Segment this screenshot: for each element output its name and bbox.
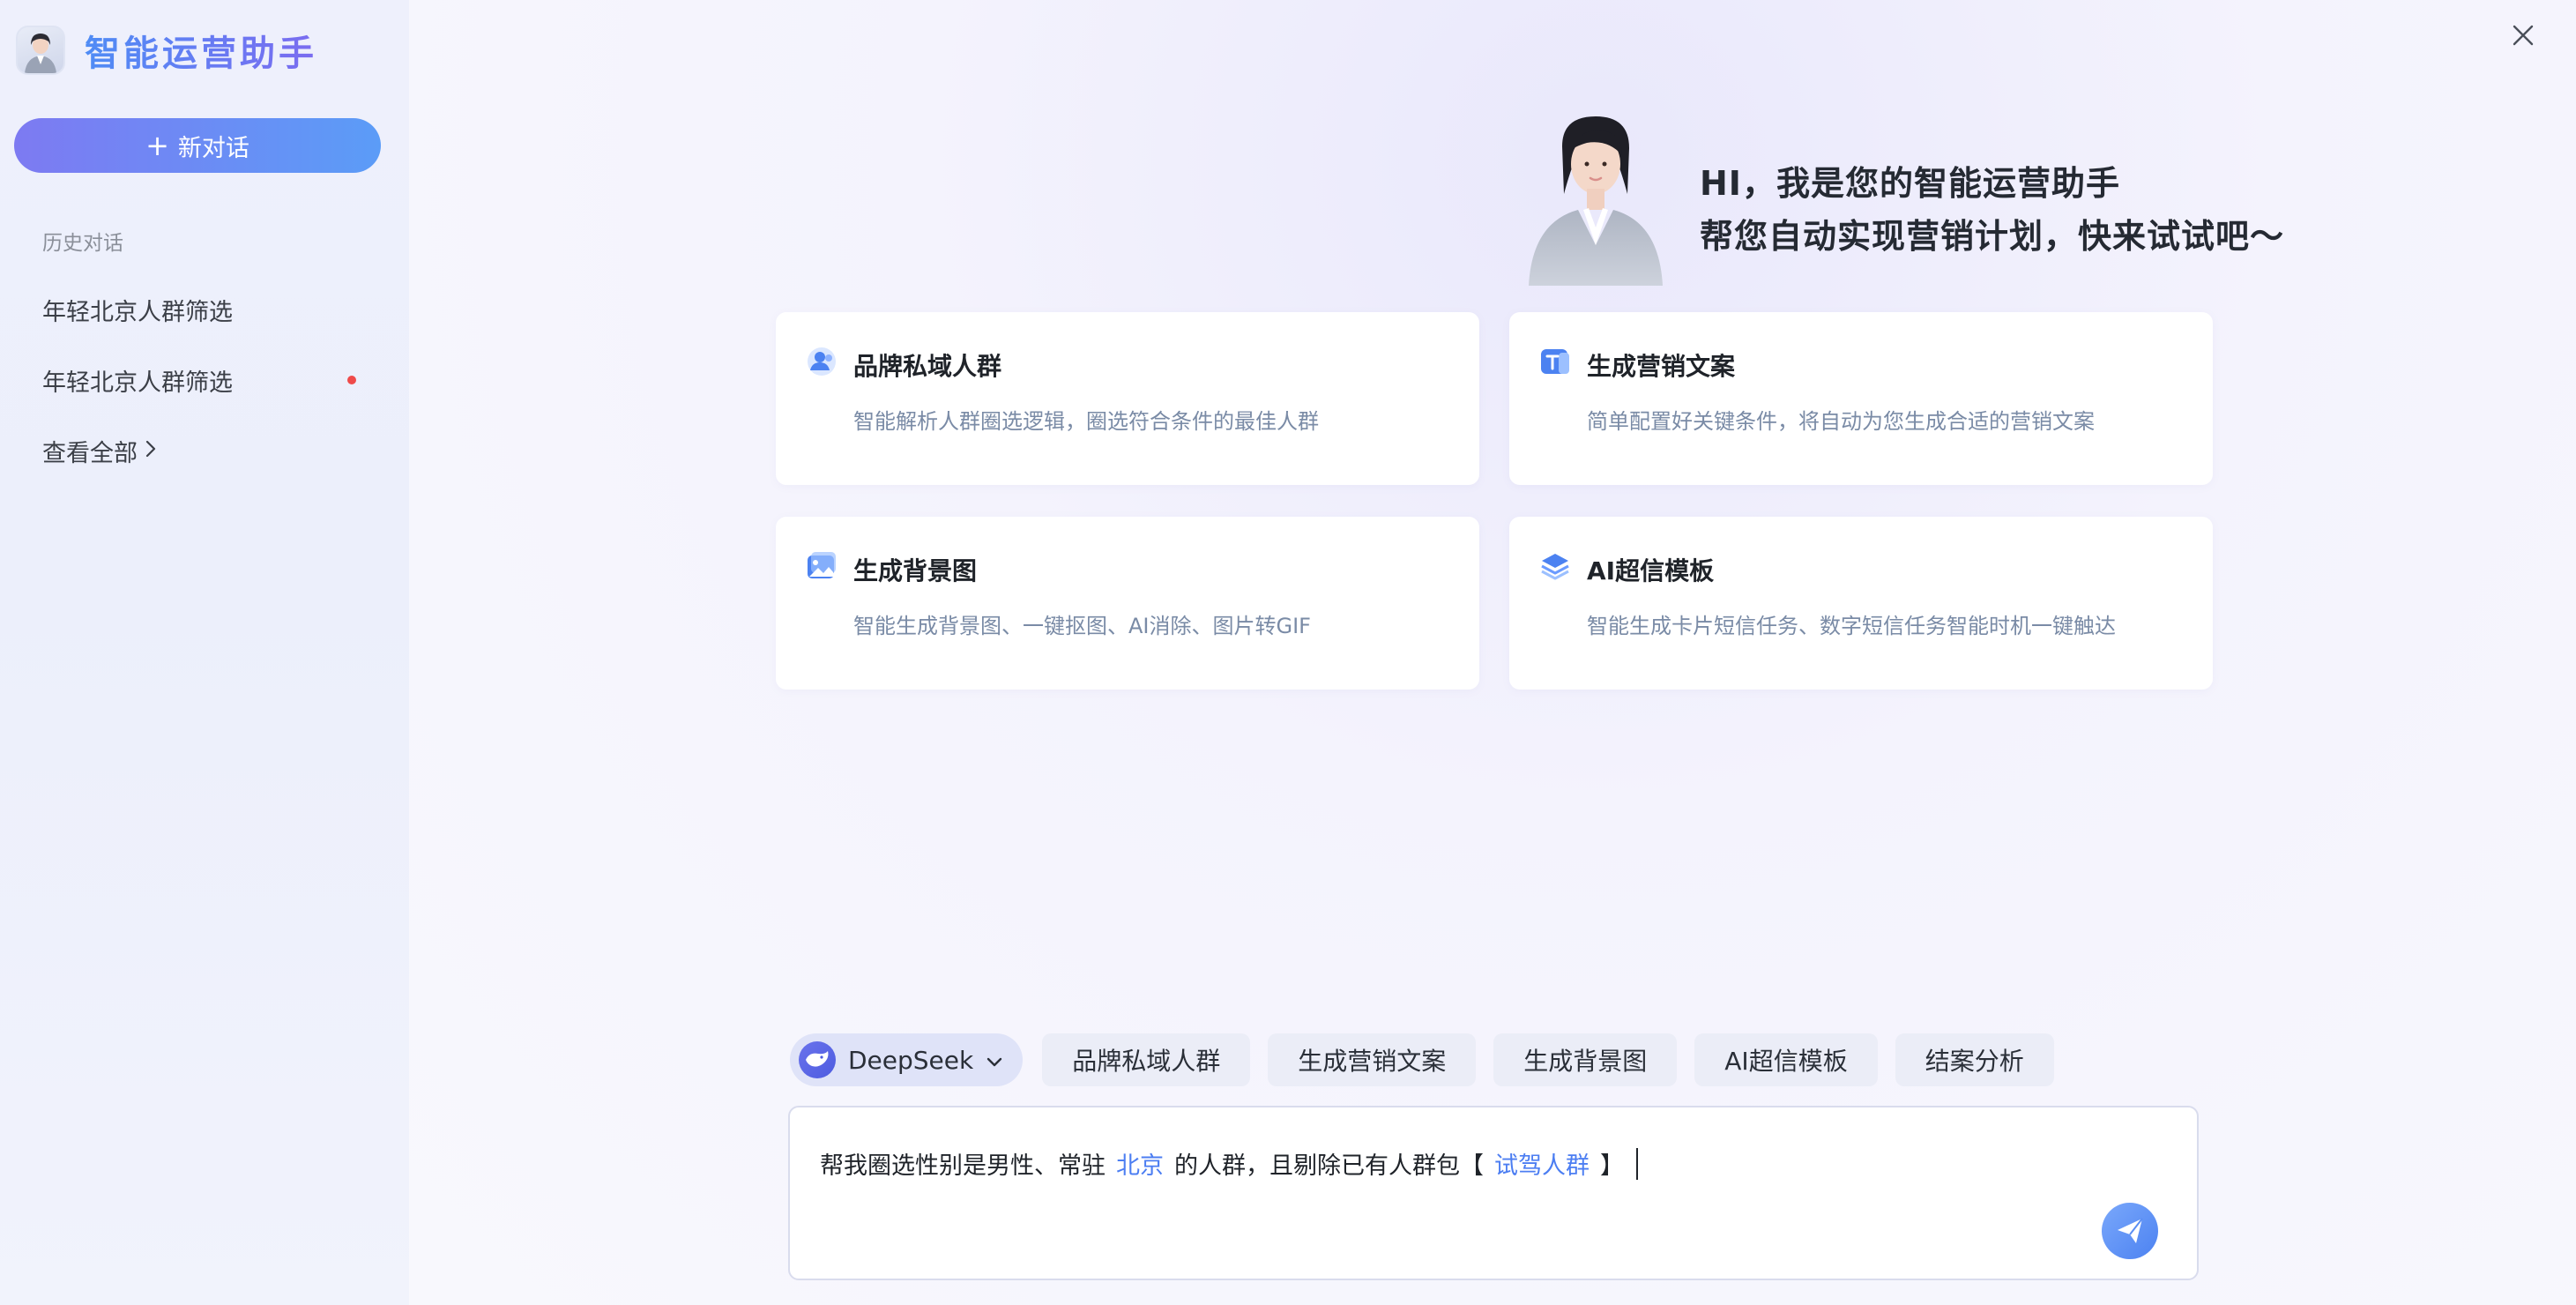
- feature-card-ai-sms-template[interactable]: AI超信模板 智能生成卡片短信任务、数字短信任务智能时机一键触达: [1509, 517, 2213, 690]
- feature-card-background-image[interactable]: 生成背景图 智能生成背景图、一键抠图、AI消除、图片转GIF: [776, 517, 1479, 690]
- chevron-right-icon: [145, 438, 157, 465]
- main-panel: HI，我是您的智能运营助手 帮您自动实现营销计划，快来试试吧～ 品牌私域人群 智…: [409, 0, 2576, 1305]
- people-icon: [806, 346, 838, 377]
- city-variable-tag[interactable]: 北京: [1116, 1146, 1164, 1181]
- close-button[interactable]: [2507, 19, 2539, 51]
- sidebar: 智能运营助手 + 新对话 历史对话 年轻北京人群筛选 年轻北京人群筛选 查看全部: [0, 0, 409, 1305]
- hero-greeting: HI，我是您的智能运营助手 帮您自动实现营销计划，快来试试吧～: [1700, 157, 2284, 263]
- text-cursor: [1636, 1147, 1638, 1180]
- deepseek-logo-icon: [799, 1041, 836, 1078]
- card-title: 生成营销文案: [1587, 352, 1736, 381]
- hero-line-2: 帮您自动实现营销计划，快来试试吧～: [1700, 217, 2285, 256]
- feature-card-marketing-copy[interactable]: 生成营销文案 简单配置好关键条件，将自动为您生成合适的营销文案: [1509, 312, 2213, 485]
- audience-variable-tag[interactable]: 试驾人群: [1494, 1146, 1590, 1181]
- unread-dot-icon: [347, 376, 356, 384]
- app-title: 智能运营助手: [85, 25, 317, 76]
- quick-chip-case-analysis[interactable]: 结案分析: [1895, 1033, 2054, 1086]
- card-title: 品牌私域人群: [853, 352, 1002, 381]
- model-selector[interactable]: DeepSeek: [790, 1033, 1024, 1086]
- chip-label: 生成营销文案: [1298, 1047, 1447, 1076]
- text-icon: [1539, 346, 1571, 377]
- history-item-label: 年轻北京人群筛选: [42, 299, 233, 326]
- chip-label: 生成背景图: [1523, 1047, 1648, 1076]
- card-description: 简单配置好关键条件，将自动为您生成合适的营销文案: [1587, 409, 2095, 434]
- card-title: AI超信模板: [1587, 556, 1715, 585]
- chat-input[interactable]: 帮我圈选性别是男性、常驻 北京 的人群，且剔除已有人群包【 试驾人群 】: [788, 1106, 2199, 1280]
- history-item[interactable]: 年轻北京人群筛选: [42, 293, 351, 327]
- chip-label: 结案分析: [1925, 1047, 2024, 1076]
- see-all-label: 查看全部: [42, 440, 138, 467]
- new-chat-label: 新对话: [177, 134, 249, 162]
- assistant-avatar-icon: [16, 26, 65, 75]
- see-all-link[interactable]: 查看全部: [42, 434, 157, 468]
- send-button[interactable]: [2102, 1203, 2158, 1259]
- input-text-segment: 帮我圈选性别是男性、常驻: [820, 1152, 1106, 1180]
- chip-label: AI超信模板: [1724, 1047, 1848, 1076]
- quick-chip-marketing-copy[interactable]: 生成营销文案: [1268, 1033, 1477, 1086]
- quick-chip-background-image[interactable]: 生成背景图: [1493, 1033, 1678, 1086]
- model-name: DeepSeek: [848, 1045, 974, 1075]
- new-chat-button[interactable]: + 新对话: [14, 118, 381, 173]
- card-description: 智能解析人群圈选逻辑，圈选符合条件的最佳人群: [853, 409, 1319, 434]
- brand: 智能运营助手: [16, 25, 317, 76]
- card-description: 智能生成卡片短信任务、数字短信任务智能时机一键触达: [1587, 614, 2116, 638]
- quick-chip-ai-sms-template[interactable]: AI超信模板: [1694, 1033, 1878, 1086]
- input-text-segment: 的人群，且剔除已有人群包【: [1174, 1152, 1484, 1180]
- hero-line-1: HI，我是您的智能运营助手: [1700, 164, 2120, 203]
- card-description: 智能生成背景图、一键抠图、AI消除、图片转GIF: [853, 614, 1311, 638]
- paper-plane-icon: [2118, 1218, 2143, 1243]
- image-icon: [806, 550, 838, 582]
- chip-label: 品牌私域人群: [1072, 1047, 1221, 1076]
- history-item-label: 年轻北京人群筛选: [42, 369, 233, 397]
- quick-chip-brand-audience[interactable]: 品牌私域人群: [1042, 1033, 1251, 1086]
- input-text-segment: 】: [1600, 1152, 1624, 1180]
- close-icon: [2513, 25, 2534, 46]
- chevron-down-icon: [986, 1046, 1003, 1075]
- card-title: 生成背景图: [853, 556, 978, 585]
- feature-card-brand-audience[interactable]: 品牌私域人群 智能解析人群圈选逻辑，圈选符合条件的最佳人群: [776, 312, 1479, 485]
- assistant-portrait: [1516, 113, 1675, 286]
- plus-icon: +: [145, 129, 169, 162]
- history-section-label: 历史对话: [42, 232, 123, 255]
- chat-input-text[interactable]: 帮我圈选性别是男性、常驻 北京 的人群，且剔除已有人群包【 试驾人群 】: [820, 1146, 1638, 1181]
- layers-icon: [1539, 550, 1571, 582]
- history-item[interactable]: 年轻北京人群筛选: [42, 363, 356, 398]
- quick-actions-bar: DeepSeek 品牌私域人群 生成营销文案 生成背景图 AI超信模板 结案分析: [790, 1033, 2072, 1086]
